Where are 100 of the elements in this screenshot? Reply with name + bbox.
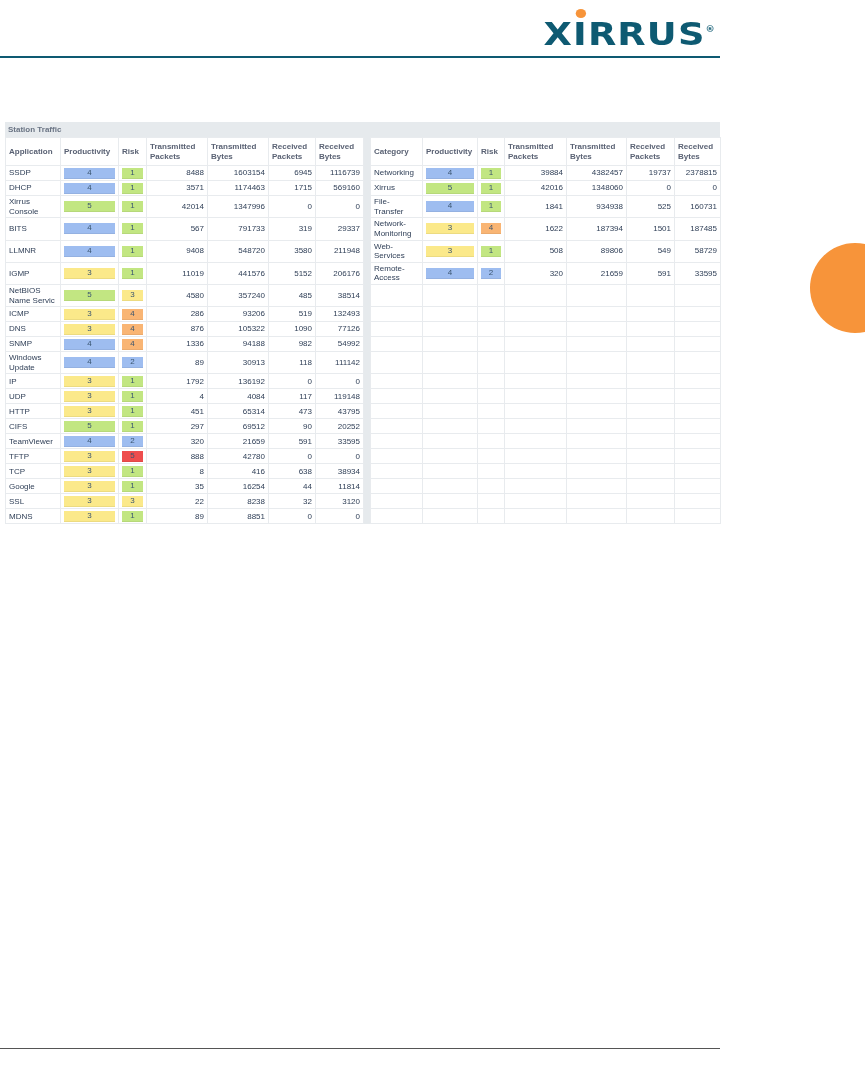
number-text: 119148 xyxy=(333,391,360,401)
name-text: ICMP xyxy=(9,309,29,319)
number-text: 591 xyxy=(657,268,671,278)
number-text: 8488 xyxy=(186,168,204,178)
name-text: BITS xyxy=(9,224,27,234)
number-text: 19737 xyxy=(648,168,671,178)
productivity-rating: 4 xyxy=(64,338,115,350)
number-text: 89 xyxy=(195,357,204,367)
number-text: 1174463 xyxy=(234,183,265,193)
productivity-rating: 3 xyxy=(64,405,115,417)
number-text: 44 xyxy=(303,481,312,491)
column-header: Transmitted Packets xyxy=(504,137,567,166)
number-text: 21659 xyxy=(242,436,265,446)
number-text: 0 xyxy=(355,511,360,521)
productivity-rating: 3 xyxy=(426,245,474,257)
number-text: 0 xyxy=(712,183,717,193)
number-text: 1715 xyxy=(294,183,312,193)
productivity-rating: 4 xyxy=(64,182,115,194)
number-text: 39884 xyxy=(540,168,563,178)
risk-rating: 4 xyxy=(122,308,143,320)
number-text: 8851 xyxy=(247,511,265,521)
number-text: 4084 xyxy=(247,391,265,401)
number-text: 319 xyxy=(298,224,312,234)
risk-rating: 1 xyxy=(122,480,143,492)
column-header: Received Bytes xyxy=(315,137,364,166)
number-text: 6945 xyxy=(294,168,312,178)
number-text: 211948 xyxy=(333,246,360,256)
number-text: 591 xyxy=(298,436,312,446)
risk-rating: 1 xyxy=(122,390,143,402)
productivity-rating: 3 xyxy=(64,480,115,492)
column-header: Productivity xyxy=(60,137,119,166)
number-text: 11019 xyxy=(182,268,204,278)
productivity-rating: 4 xyxy=(64,435,115,447)
number-text: 38514 xyxy=(337,290,360,300)
number-text: 65314 xyxy=(242,406,265,416)
number-text: 0 xyxy=(355,451,360,461)
productivity-rating: 3 xyxy=(64,375,115,387)
number-text: 77126 xyxy=(337,324,360,334)
name-text: Xirrus xyxy=(374,183,395,193)
name-text: IGMP xyxy=(9,268,30,278)
name-text: File-Transfer xyxy=(374,197,404,216)
number-text: 117 xyxy=(299,391,312,401)
productivity-rating: 3 xyxy=(64,450,115,462)
number-text: 888 xyxy=(190,451,204,461)
number-text: 1622 xyxy=(545,224,563,234)
number-text: 187394 xyxy=(596,224,623,234)
number-text: 357240 xyxy=(238,290,265,300)
number-text: 4 xyxy=(199,391,204,401)
name-text: CIFS xyxy=(9,421,28,431)
number-text: 876 xyxy=(190,324,204,334)
risk-rating: 2 xyxy=(481,267,501,279)
number-text: 0 xyxy=(666,183,671,193)
number-text: 548720 xyxy=(238,246,265,256)
number-text: 89 xyxy=(195,511,204,521)
panel-title: Station Traffic xyxy=(7,124,63,136)
column-header: Productivity xyxy=(422,137,478,166)
number-text: 132493 xyxy=(333,309,360,319)
productivity-rating: 3 xyxy=(64,465,115,477)
number-text: 160731 xyxy=(690,202,717,211)
risk-rating: 1 xyxy=(481,182,501,194)
productivity-rating: 3 xyxy=(426,223,474,235)
productivity-rating: 3 xyxy=(64,510,115,522)
number-text: 42780 xyxy=(242,451,265,461)
number-text: 3120 xyxy=(342,496,360,506)
risk-rating: 3 xyxy=(122,495,143,507)
productivity-rating: 5 xyxy=(64,420,115,432)
number-text: 58729 xyxy=(694,246,717,256)
number-text: 136192 xyxy=(238,376,265,386)
column-header: Transmitted Bytes xyxy=(207,137,269,166)
number-text: 508 xyxy=(549,246,563,256)
productivity-rating: 3 xyxy=(64,267,115,279)
number-text: 297 xyxy=(190,421,204,431)
number-text: 206176 xyxy=(333,268,360,278)
name-text: Web-Services xyxy=(374,241,405,261)
logo-dot-icon xyxy=(575,9,587,18)
productivity-rating: 4 xyxy=(64,167,115,179)
name-text: TFTP xyxy=(9,451,29,461)
column-header: Application xyxy=(5,137,61,166)
number-text: 638 xyxy=(298,466,312,476)
number-text: 1336 xyxy=(186,339,204,349)
number-text: 16254 xyxy=(242,481,265,491)
name-text: LLMNR xyxy=(9,246,37,256)
column-header: Received Bytes xyxy=(674,137,721,166)
number-text: 21659 xyxy=(600,268,623,278)
risk-rating: 4 xyxy=(122,323,143,335)
number-text: 1841 xyxy=(545,202,563,211)
number-text: 33595 xyxy=(337,436,360,446)
productivity-rating: 5 xyxy=(64,290,115,302)
number-text: 0 xyxy=(307,376,312,386)
name-text: DHCP xyxy=(9,183,32,193)
risk-rating: 1 xyxy=(122,223,143,235)
risk-rating: 2 xyxy=(122,357,143,369)
number-text: 3571 xyxy=(186,183,204,193)
number-text: 8 xyxy=(199,466,204,476)
productivity-rating: 5 xyxy=(64,201,115,213)
number-text: 89806 xyxy=(600,246,623,256)
number-text: 90 xyxy=(303,421,312,431)
number-text: 118 xyxy=(299,357,312,367)
risk-rating: 1 xyxy=(481,245,501,257)
productivity-rating: 4 xyxy=(64,357,115,369)
